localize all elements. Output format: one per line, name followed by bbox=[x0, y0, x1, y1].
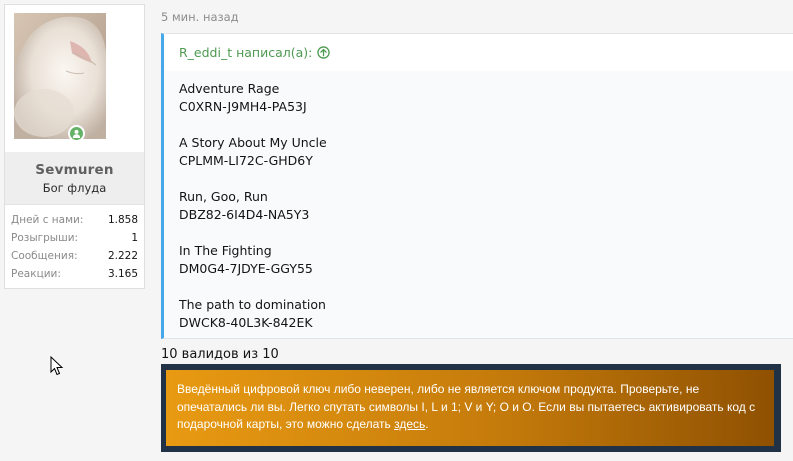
game-title: Run, Goo, Run bbox=[179, 189, 268, 204]
avatar-cat-image bbox=[14, 13, 106, 139]
game-entry: In The Fighting DM0G4-7JDYE-GGY55 bbox=[179, 242, 793, 278]
game-entry: The path to domination DWCK8-40L3K-842EK bbox=[179, 296, 793, 332]
user-stats: Дней с нами: 1.858 Розыгрыши: 1 Сообщени… bbox=[4, 204, 145, 289]
valid-count-text: 10 валидов из 10 bbox=[161, 347, 279, 362]
game-title: A Story About My Uncle bbox=[179, 135, 327, 150]
error-text: Введённый цифровой ключ либо неверен, ли… bbox=[177, 382, 756, 431]
game-entry: Run, Goo, Run DBZ82-6I4D4-NA5Y3 bbox=[179, 188, 793, 224]
game-key: DWCK8-40L3K-842EK bbox=[179, 315, 313, 330]
stat-label: Сообщения: bbox=[11, 250, 78, 262]
stat-value: 2.222 bbox=[107, 250, 138, 262]
game-title: In The Fighting bbox=[179, 243, 272, 258]
user-panel: Sevmuren Бог флуда Дней с нами: 1.858 Ро… bbox=[4, 4, 145, 289]
stat-label: Розыгрыши: bbox=[11, 232, 79, 244]
stat-label: Дней с нами: bbox=[11, 214, 84, 226]
stat-row-giveaways: Розыгрыши: 1 bbox=[11, 229, 138, 247]
game-entry: Adventure Rage C0XRN-J9MH4-PA53J bbox=[179, 80, 793, 116]
error-message-image: Введённый цифровой ключ либо неверен, ли… bbox=[161, 364, 781, 452]
game-key: C0XRN-J9MH4-PA53J bbox=[179, 99, 307, 114]
here-link[interactable]: здесь bbox=[394, 417, 425, 431]
stat-label: Реакции: bbox=[11, 268, 61, 280]
post-timestamp[interactable]: 5 мин. назад bbox=[161, 10, 239, 24]
quote-author[interactable]: R_eddi_t написал(а): bbox=[179, 45, 312, 60]
stat-row-messages: Сообщения: 2.222 bbox=[11, 247, 138, 265]
game-key: DBZ82-6I4D4-NA5Y3 bbox=[179, 207, 310, 222]
stat-value: 3.165 bbox=[107, 268, 138, 280]
game-title: Adventure Rage bbox=[179, 81, 280, 96]
user-name-block: Sevmuren Бог флуда bbox=[4, 152, 145, 204]
game-key: CPLMM-LI72C-GHD6Y bbox=[179, 153, 313, 168]
user-title: Бог флуда bbox=[42, 181, 107, 195]
stat-value: 1.858 bbox=[107, 214, 138, 226]
game-title: The path to domination bbox=[179, 297, 326, 312]
game-key: DM0G4-7JDYE-GGY55 bbox=[179, 261, 313, 276]
arrow-up-circle-icon[interactable] bbox=[317, 46, 331, 59]
username[interactable]: Sevmuren bbox=[9, 162, 140, 178]
quote-block: R_eddi_t написал(а): Adventure Rage C0XR… bbox=[161, 33, 793, 339]
error-message: Введённый цифровой ключ либо неверен, ли… bbox=[166, 370, 774, 446]
avatar-container bbox=[4, 4, 145, 152]
mouse-cursor-icon bbox=[50, 356, 64, 376]
stat-value: 1 bbox=[131, 232, 138, 244]
quote-header[interactable]: R_eddi_t написал(а): bbox=[164, 34, 793, 71]
avatar[interactable] bbox=[14, 13, 106, 139]
online-status-icon bbox=[68, 125, 85, 142]
stat-row-reactions: Реакции: 3.165 bbox=[11, 265, 138, 283]
game-entry: A Story About My Uncle CPLMM-LI72C-GHD6Y bbox=[179, 134, 793, 170]
quote-body: Adventure Rage C0XRN-J9MH4-PA53J A Story… bbox=[164, 71, 793, 332]
error-text-end: . bbox=[425, 417, 429, 431]
stat-row-days: Дней с нами: 1.858 bbox=[11, 211, 138, 229]
